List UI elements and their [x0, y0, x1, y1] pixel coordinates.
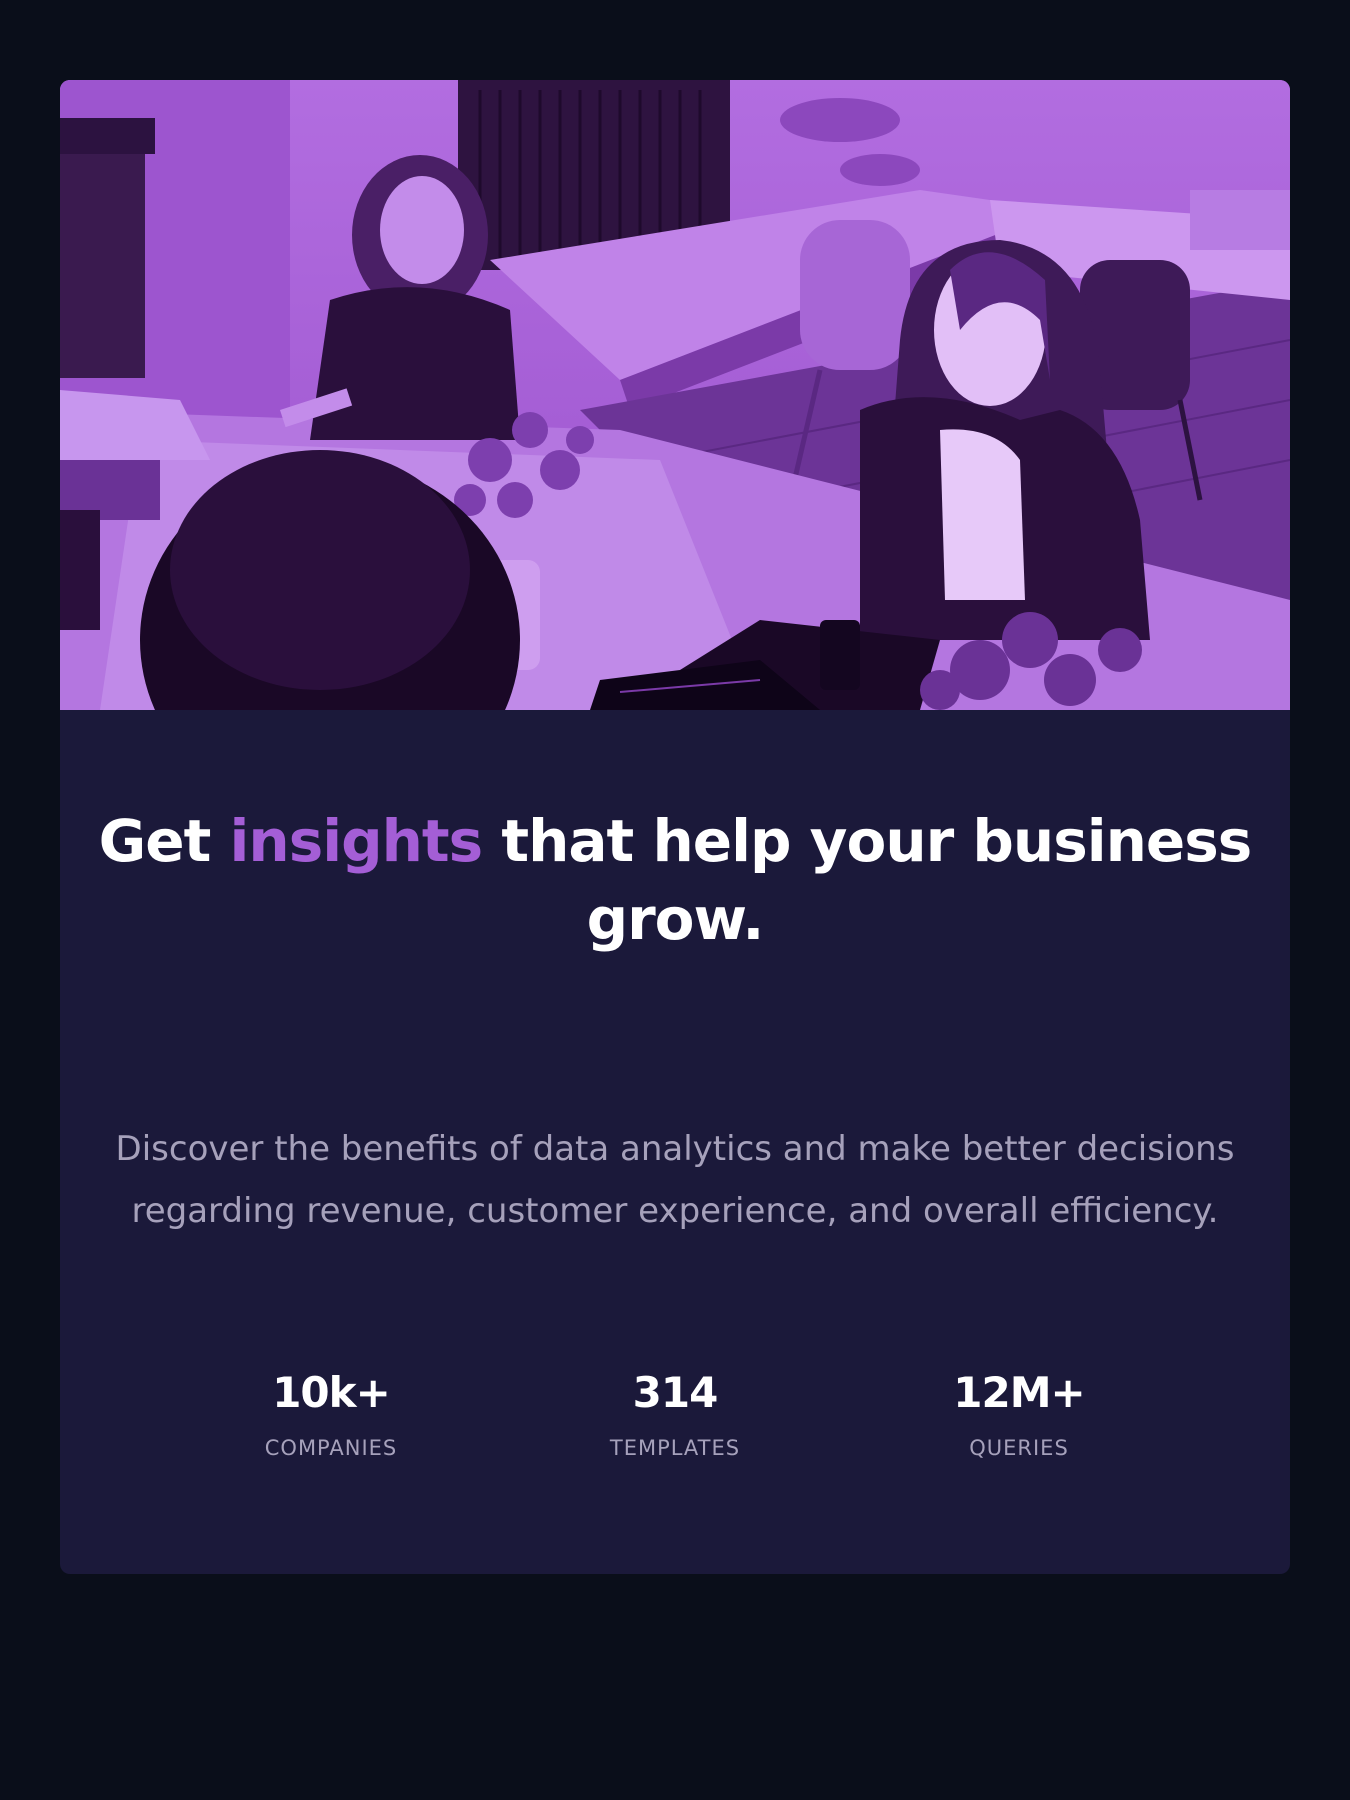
- stats-row: 10k+ Companies 314 Templates 12M+ Querie…: [60, 1365, 1290, 1485]
- stat-label: Queries: [969, 1436, 1069, 1460]
- stat-label: Templates: [609, 1436, 741, 1460]
- office-photo-illustration: [60, 80, 1290, 710]
- stat-value: 314: [632, 1368, 719, 1417]
- description: Discover the benefits of data analytics …: [115, 1129, 1235, 1231]
- card-content: Get insights that help your business gro…: [60, 710, 1290, 1574]
- headline-end: that help your business grow.: [482, 807, 1252, 953]
- hero-image: [60, 80, 1290, 710]
- stat-queries: 12M+ Queries: [869, 1365, 1169, 1463]
- stat-value: 12M+: [953, 1368, 1085, 1417]
- headline-accent: insights: [229, 807, 484, 875]
- stat-templates: 314 Templates: [525, 1365, 825, 1463]
- stat-companies: 10k+ Companies: [181, 1365, 481, 1463]
- headline: Get insights that help your business gro…: [90, 802, 1260, 958]
- stats-preview-card: Get insights that help your business gro…: [60, 80, 1290, 1574]
- stat-value: 10k+: [272, 1368, 391, 1417]
- stat-label: Companies: [264, 1436, 398, 1460]
- headline-start: Get: [98, 807, 230, 875]
